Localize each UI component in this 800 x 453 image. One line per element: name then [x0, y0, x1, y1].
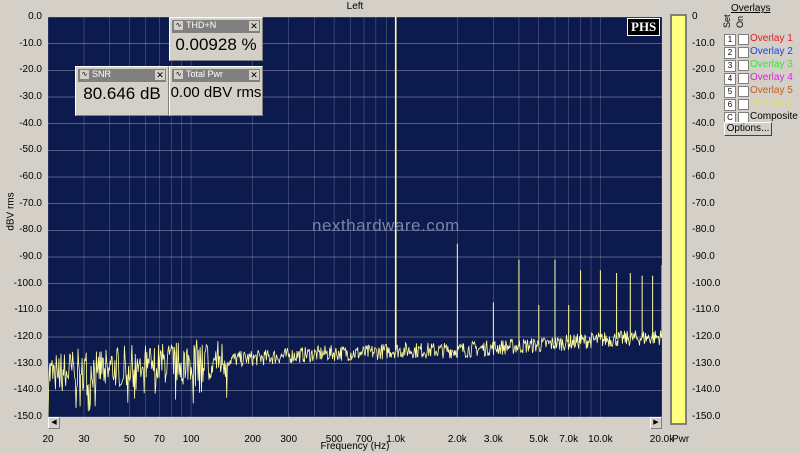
overlay-on-checkbox[interactable]: [738, 99, 749, 110]
y-tick-label: -10.0: [19, 37, 42, 49]
y-tick-label: -90.0: [19, 251, 42, 262]
close-icon[interactable]: ✕: [249, 21, 259, 31]
close-icon[interactable]: ✕: [155, 70, 165, 80]
power-tick-label: -30.0: [692, 91, 715, 102]
overlay-set-button[interactable]: 6: [724, 99, 736, 111]
options-button[interactable]: Options...: [724, 122, 772, 136]
scroll-left-button[interactable]: ◀: [48, 417, 60, 429]
total-power-meter[interactable]: ∿ Total Pwr ✕ 0.00 dBV rms: [169, 66, 263, 116]
overlay-label: Overlay 3: [750, 59, 793, 70]
power-tick-label: -140.0: [692, 384, 721, 396]
snr-value: 80.646 dB: [83, 84, 161, 103]
overlay-set-button[interactable]: 5: [724, 86, 736, 98]
overlay-on-checkbox[interactable]: [738, 34, 749, 45]
power-tick-label: -60.0: [692, 171, 715, 182]
phs-logo: PHS: [627, 18, 661, 36]
total-power-value: 0.00 dBV rms: [170, 84, 262, 101]
set-column-label: Set: [722, 14, 732, 28]
power-tick-label: -70.0: [692, 197, 715, 209]
thdn-meter-header[interactable]: ∿ THD+N ✕: [172, 20, 260, 33]
overlay-label: Overlay 5: [750, 85, 793, 96]
power-tick-label: -90.0: [692, 251, 715, 262]
overlays-title: Overlays: [731, 3, 771, 14]
power-tick-label: -80.0: [692, 224, 715, 236]
overlay-label: Overlay 2: [750, 46, 793, 57]
power-tick-label: -110.0: [692, 304, 720, 316]
power-tick-label: -20.0: [692, 64, 715, 76]
y-tick-label: -70.0: [19, 197, 42, 209]
horizontal-scrollbar[interactable]: ◀ ▶: [48, 417, 662, 429]
power-tick-label: -150.0: [692, 411, 721, 422]
total-power-meter-title: Total Pwr: [186, 69, 224, 79]
power-tick-label: 0: [692, 11, 698, 22]
close-icon[interactable]: ✕: [249, 70, 259, 80]
overlay-set-button[interactable]: 2: [724, 47, 736, 59]
snr-meter[interactable]: ∿ SNR ✕ 80.646 dB: [75, 66, 169, 116]
overlay-on-checkbox[interactable]: [738, 47, 749, 58]
total-power-meter-header[interactable]: ∿ Total Pwr ✕: [172, 69, 260, 82]
power-tick-label: -50.0: [692, 144, 715, 156]
y-tick-label: -140.0: [13, 384, 42, 396]
thdn-meter-title: THD+N: [186, 20, 217, 30]
on-column-label: On: [735, 15, 745, 28]
y-tick-label: -100.0: [13, 277, 42, 289]
overlay-set-button[interactable]: 1: [724, 34, 736, 46]
y-tick-label: -30.0: [19, 91, 42, 102]
meter-icon: ∿: [174, 21, 183, 30]
power-bar-label: Pwr: [672, 434, 690, 445]
y-tick-label: 0.0: [28, 11, 42, 22]
y-tick-label: -120.0: [13, 331, 42, 342]
overlay-on-checkbox[interactable]: [738, 60, 749, 71]
meter-icon: ∿: [80, 70, 89, 79]
meter-icon: ∿: [174, 70, 183, 79]
y-tick-label: -60.0: [19, 171, 42, 182]
analyzer-window: Left dBV rms 0.0 -10.0 -20.0 -30.0 -40.0 -50.…: [0, 0, 800, 453]
power-tick-label: -100.0: [692, 277, 721, 289]
overlay-on-checkbox[interactable]: [738, 86, 749, 97]
overlay-set-button[interactable]: 3: [724, 60, 736, 72]
power-tick-label: -10.0: [692, 37, 715, 49]
y-tick-label: -40.0: [19, 117, 42, 129]
overlay-label: Overlay 6: [750, 98, 793, 109]
overlay-label: Overlay 4: [750, 72, 793, 83]
y-tick-label: -50.0: [19, 144, 42, 156]
power-level-bar: [670, 14, 687, 425]
snr-meter-header[interactable]: ∿ SNR ✕: [78, 69, 166, 82]
y-tick-label: -20.0: [19, 64, 42, 76]
power-tick-label: -130.0: [692, 357, 721, 369]
overlay-on-checkbox[interactable]: [738, 73, 749, 84]
y-tick-label: -130.0: [13, 357, 42, 369]
watermark: nexthardware.com: [312, 216, 460, 235]
y-tick-label: -80.0: [19, 224, 42, 236]
y-tick-label: -110.0: [14, 304, 42, 316]
thdn-meter[interactable]: ∿ THD+N ✕ 0.00928 %: [169, 17, 263, 61]
vertical-scrollbar[interactable]: [662, 17, 668, 417]
overlay-label: Composite: [750, 111, 798, 122]
graph-title: Left: [346, 1, 364, 12]
y-tick-label: -150.0: [13, 411, 42, 422]
scroll-right-button[interactable]: ▶: [650, 417, 662, 429]
power-tick-label: -40.0: [692, 117, 715, 129]
overlay-label: Overlay 1: [750, 33, 793, 44]
x-axis-label: Frequency (Hz): [320, 441, 390, 452]
overlay-set-button[interactable]: 4: [724, 73, 736, 85]
thdn-value: 0.00928 %: [175, 35, 257, 54]
snr-meter-title: SNR: [92, 69, 112, 79]
power-tick-label: -120.0: [692, 331, 721, 342]
